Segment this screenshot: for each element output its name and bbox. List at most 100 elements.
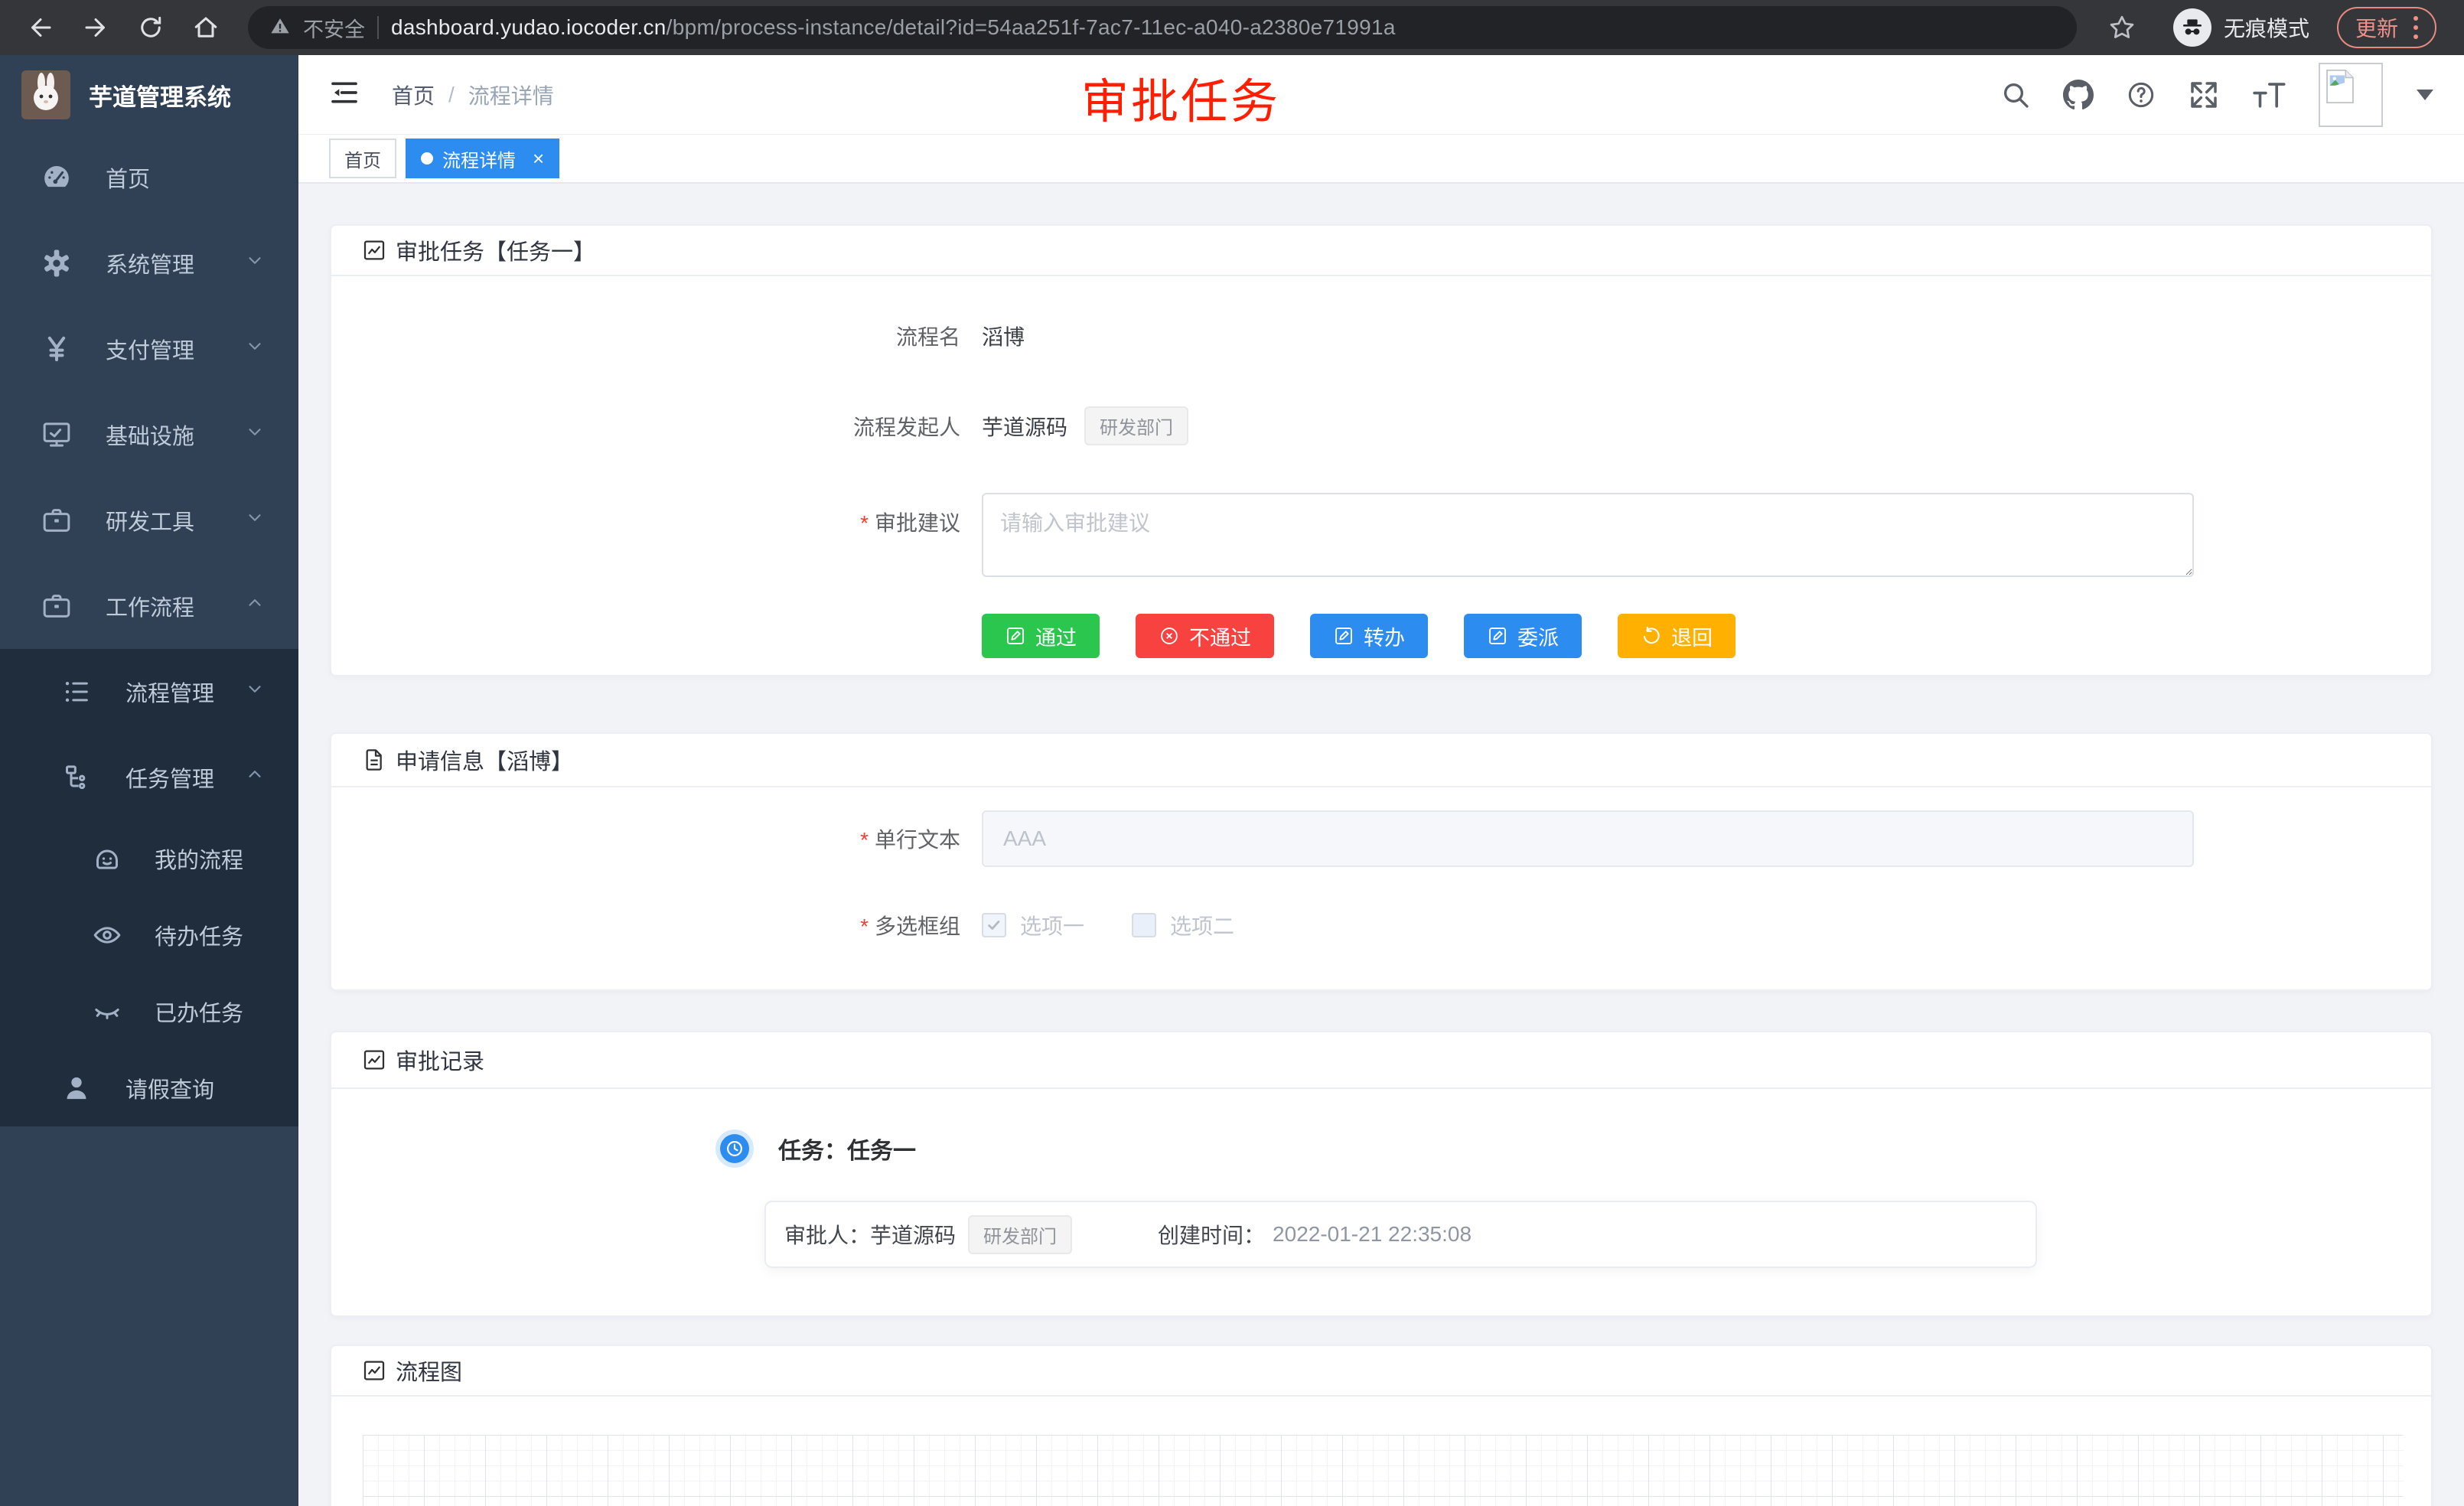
address-bar[interactable]: 不安全 dashboard.yudao.iocoder.cn/bpm/proce… [248,6,2077,49]
close-icon[interactable]: × [533,148,544,168]
tab-label: 首页 [344,145,381,172]
sidebar-item-done-tasks[interactable]: 已办任务 [0,973,298,1050]
checkbox-checked [982,913,1006,937]
forward-icon[interactable] [72,4,119,51]
list-icon [60,675,93,709]
card-title: 申请信息【滔博】 [396,744,573,776]
chevron-down-icon [245,679,265,705]
clock-icon [720,1134,749,1163]
navbar-actions [2000,63,2433,127]
url-text[interactable]: dashboard.yudao.iocoder.cn/bpm/process-i… [391,15,1396,40]
approver-name: 芋道源码 [870,1219,956,1250]
browser-update-button[interactable]: 更新 [2337,7,2436,48]
user-icon [60,1071,93,1105]
sidebar-item-system[interactable]: 系统管理 [0,220,298,306]
sidebar-item-todo-tasks[interactable]: 待办任务 [0,897,298,973]
application-info-card: 申请信息【滔博】 单行文本 多选框组 选项一 [330,732,2433,991]
reject-button[interactable]: 不通过 [1136,614,1274,658]
tree-icon [60,761,93,794]
sidebar-item-payment[interactable]: 支付管理 [0,306,298,392]
delegate-button[interactable]: 委派 [1464,614,1582,658]
tags-view-bar: 首页 流程详情 × [298,135,2464,184]
divider [377,16,379,39]
refresh-left-icon [1641,625,1662,647]
security-warning-icon[interactable] [269,15,291,41]
sidebar-item-label: 流程管理 [125,676,214,708]
sidebar-item-process-mgmt[interactable]: 流程管理 [0,649,298,735]
breadcrumb-home[interactable]: 首页 [392,80,435,110]
approval-record-card: 审批记录 任务：任务一 审批人： 芋道源码 研发部门 [330,1031,2433,1317]
comment-textarea[interactable] [982,493,2194,577]
fullscreen-icon[interactable] [2189,80,2219,110]
app-logo-row[interactable]: 芋道管理系统 [0,55,298,135]
task-title: 任务：任务一 [778,1132,916,1165]
tab-home[interactable]: 首页 [329,139,396,178]
edit-icon [1005,625,1026,647]
approve-button[interactable]: 通过 [982,614,1100,658]
sidebar-item-label: 请假查询 [125,1072,214,1104]
caret-down-icon[interactable] [2417,90,2433,100]
sidebar-item-home[interactable]: 首页 [0,135,298,220]
card-header: 流程图 [331,1346,2431,1397]
security-label[interactable]: 不安全 [303,13,365,43]
bookmark-star-icon[interactable] [2098,4,2146,51]
browser-menu-icon[interactable] [2413,16,2418,39]
sidebar-item-task-mgmt[interactable]: 任务管理 [0,735,298,820]
home-icon[interactable] [182,4,230,51]
text-field-label: 单行文本 [331,823,982,854]
picture-chart-icon [362,238,386,262]
initiator-value: 芋道源码 研发部门 [982,406,1188,445]
button-label: 不通过 [1189,621,1251,651]
sidebar-collapse-icon[interactable] [329,77,360,112]
card-header: 审批任务【任务一】 [331,226,2431,276]
x-circle-icon [1159,625,1180,647]
back-icon[interactable] [17,4,64,51]
process-name-row: 流程名 滔博 [331,321,2431,351]
incognito-badge: 无痕模式 [2173,8,2309,47]
search-icon[interactable] [2000,80,2031,110]
sidebar-item-infra[interactable]: 基础设施 [0,392,298,478]
browser-toolbar: 不安全 dashboard.yudao.iocoder.cn/bpm/proce… [0,0,2464,55]
font-size-icon[interactable] [2251,80,2286,110]
single-line-text-input [982,810,2194,867]
reload-icon[interactable] [127,4,174,51]
briefcase-icon [40,589,73,623]
sidebar-item-workflow[interactable]: 工作流程 [0,563,298,649]
avatar[interactable] [2319,63,2383,127]
comment-row: 审批建议 [331,493,2431,577]
incognito-label: 无痕模式 [2224,12,2309,43]
bpmn-canvas[interactable] [363,1435,2404,1506]
card-title: 审批记录 [396,1044,484,1076]
created-time: 2022-01-21 22:35:08 [1273,1222,1472,1247]
transfer-button[interactable]: 转办 [1310,614,1428,658]
chevron-down-icon [245,250,265,276]
app-logo [21,70,70,119]
eye-open-icon [90,918,124,952]
incognito-icon [2173,8,2211,47]
sidebar-item-leave-query[interactable]: 请假查询 [0,1050,298,1126]
help-icon[interactable] [2126,80,2156,110]
tab-label: 流程详情 [442,145,516,172]
return-button[interactable]: 退回 [1618,614,1736,658]
sidebar-item-label: 待办任务 [155,919,243,951]
chevron-down-icon [245,422,265,448]
edit-icon [1333,625,1354,647]
button-label: 转办 [1364,621,1405,651]
sidebar-item-my-process[interactable]: 我的流程 [0,820,298,897]
tab-process-detail[interactable]: 流程详情 × [406,139,559,178]
chevron-down-icon [245,336,265,362]
page-content: 审批任务【任务一】 流程名 滔博 流程发起人 芋道源码 研发部门 [298,184,2464,1506]
sidebar-item-devtools[interactable]: 研发工具 [0,478,298,563]
sidebar-item-label: 研发工具 [106,504,194,536]
comment-label: 审批建议 [331,493,982,537]
card-body: 流程名 滔博 流程发起人 芋道源码 研发部门 审批建议 [331,276,2431,675]
github-icon[interactable] [2063,80,2094,110]
eye-closed-icon [90,995,124,1028]
process-diagram-card: 流程图 [330,1345,2433,1506]
main-area: 首页 / 流程详情 [298,55,2464,1506]
sidebar-item-label: 任务管理 [125,761,214,794]
sidebar-item-label: 基础设施 [106,419,194,451]
document-icon [362,748,386,772]
chevron-down-icon [245,507,265,533]
approver-box: 审批人： 芋道源码 研发部门 创建时间： 2022-01-21 22:35:08 [764,1201,2037,1268]
